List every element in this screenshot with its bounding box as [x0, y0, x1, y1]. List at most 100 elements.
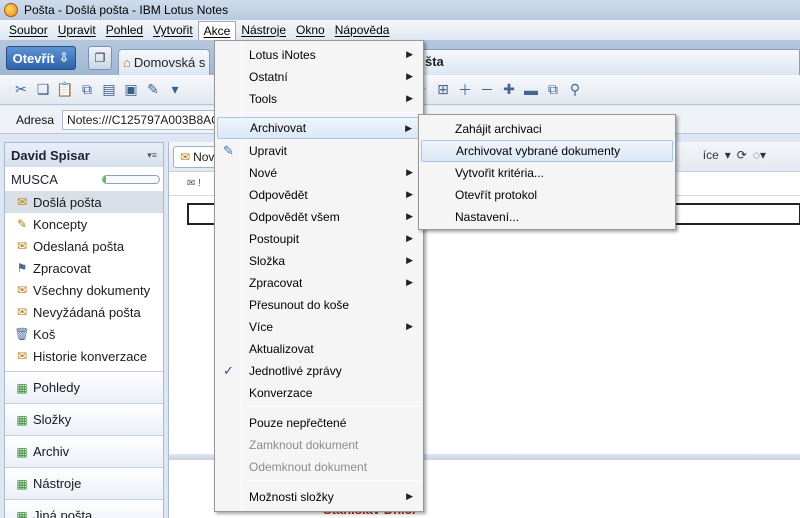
submenu-item-open-log[interactable]: Otevřít protokol	[421, 184, 673, 206]
sidebar-section-tools[interactable]: ▦ Nástroje	[5, 467, 163, 499]
archive-submenu: Zahájit archivaci Archivovat vybrané dok…	[418, 114, 676, 230]
submenu-arrow-icon: ▶	[406, 491, 413, 501]
cut-icon[interactable]: ✂	[10, 79, 32, 101]
menu-item-moznosti-slozky[interactable]: Možnosti složky ▶	[217, 486, 421, 508]
sidebar-section-label: Archiv	[33, 444, 70, 459]
menu-item-nove[interactable]: Nové ▶	[217, 162, 421, 184]
menu-item-zpracovat[interactable]: Zpracovat ▶	[217, 272, 421, 294]
lotus-notes-app-icon	[4, 3, 18, 17]
navigation-sidebar: David Spisar ▾≡ MUSCA ✉ Došlá pošta ✎ Ko…	[4, 142, 164, 518]
menu-item-label: Zamknout dokument	[249, 438, 359, 452]
save-icon[interactable]: ▣	[120, 79, 142, 101]
sidebar-item-label: Koš	[33, 326, 56, 342]
menu-akce[interactable]: Akce	[197, 20, 237, 40]
dropdown-icon[interactable]: ▾	[164, 79, 186, 101]
minus-icon[interactable]: －	[476, 79, 498, 101]
new-doc-icon[interactable]: ✎	[142, 79, 164, 101]
menu-item-label: Pouze nepřečtené	[249, 416, 347, 430]
tab-home-label: Domovská s	[133, 55, 206, 70]
expand-all-icon[interactable]: ⊞	[432, 79, 454, 101]
address-input[interactable]: Notes:///C125797A003B8AC	[62, 109, 223, 130]
chevron-down-icon[interactable]: ▾≡	[147, 150, 157, 161]
sidebar-item-drafts[interactable]: ✎ Koncepty	[5, 213, 163, 235]
submenu-arrow-icon: ▶	[406, 49, 413, 59]
sidebar-item-trash[interactable]: 🗑 Koš	[5, 323, 163, 345]
menu-item-label: Konverzace	[249, 386, 313, 400]
submenu-item-settings[interactable]: Nastavení...	[421, 206, 673, 228]
checkmark-icon: ✓	[223, 363, 234, 378]
menu-item-aktualizovat[interactable]: Aktualizovat	[217, 338, 421, 360]
menu-item-archivovat[interactable]: Archivovat ▶	[217, 117, 421, 139]
menu-item-label: Odpovědět	[249, 188, 308, 202]
menu-vytvorit[interactable]: Vytvořit	[148, 21, 198, 40]
menu-item-vice[interactable]: Více ▶	[217, 316, 421, 338]
tab-home[interactable]: ⌂ Domovská s	[118, 49, 210, 75]
tab-mail[interactable]: šta	[420, 49, 800, 75]
open-button-label: Otevřít	[12, 50, 55, 66]
menu-item-label: Tools	[249, 92, 278, 106]
inbox-icon: ✉	[16, 195, 28, 209]
submenu-item-start-archiving[interactable]: Zahájit archivaci	[421, 118, 673, 140]
sidebar-section-views[interactable]: ▦ Pohledy	[5, 371, 163, 403]
menu-item-jednotlive-zpravy[interactable]: ✓ Jednotlivé zprávy	[217, 360, 421, 382]
menu-item-konverzace[interactable]: Konverzace	[217, 382, 421, 404]
window-switch-icon[interactable]: ❐	[88, 46, 112, 70]
menu-item-pouze-neprectene[interactable]: Pouze nepřečtené	[217, 412, 421, 434]
refresh-icon[interactable]: ⟳	[737, 148, 747, 162]
menu-item-label: Postoupit	[249, 232, 300, 246]
menu-item-label: Více	[249, 320, 274, 334]
home-icon: ⌂	[123, 55, 131, 70]
menu-nastroje[interactable]: Nástroje	[236, 21, 291, 40]
paste-icon[interactable]: 📋	[54, 79, 76, 101]
menu-item-slozka[interactable]: Složka ▶	[217, 250, 421, 272]
sidebar-section-other-mail[interactable]: ▦ Jiná pošta	[5, 499, 163, 518]
menu-soubor[interactable]: Soubor	[4, 21, 53, 40]
menu-item-odpovedet[interactable]: Odpovědět ▶	[217, 184, 421, 206]
menu-pohled[interactable]: Pohled	[101, 21, 148, 40]
expand-icon[interactable]: ✚	[498, 79, 520, 101]
sidebar-item-all-documents[interactable]: ✉ Všechny dokumenty	[5, 279, 163, 301]
menu-item-tools[interactable]: Tools ▶	[217, 88, 421, 110]
chevron-down-icon[interactable]: ▾	[725, 148, 731, 162]
collapse-icon[interactable]: ▬	[520, 79, 542, 101]
copy-icon[interactable]: ❏	[32, 79, 54, 101]
menu-item-postoupit[interactable]: Postoupit ▶	[217, 228, 421, 250]
submenu-item-archive-selected[interactable]: Archivovat vybrané dokumenty	[421, 140, 673, 162]
sidebar-section-folders[interactable]: ▦ Složky	[5, 403, 163, 435]
sidebar-item-sent[interactable]: ✉ Odeslaná pošta	[5, 235, 163, 257]
menu-upravit[interactable]: Upravit	[53, 21, 101, 40]
folders-icon: ▦	[16, 412, 28, 427]
menu-napoveda[interactable]: Nápověda	[330, 21, 395, 40]
menu-item-label: Složka	[249, 254, 286, 268]
views-icon: ▦	[16, 380, 28, 395]
sidebar-item-label: Všechny dokumenty	[33, 282, 151, 298]
open-button[interactable]: Otevřít ⇩	[6, 46, 76, 70]
submenu-item-create-criteria[interactable]: Vytvořit kritéria...	[421, 162, 673, 184]
sidebar-item-followup[interactable]: ⚑ Zpracovat	[5, 257, 163, 279]
menu-item-label: Zahájit archivaci	[455, 122, 542, 136]
all-documents-icon: ✉	[16, 283, 28, 297]
search-icon[interactable]: ◌▾	[753, 148, 766, 162]
more-button[interactable]: íce	[703, 148, 719, 162]
conversation-history-icon: ✉	[16, 349, 28, 363]
menu-item-presunout-do-kose[interactable]: Přesunout do koše	[217, 294, 421, 316]
other-mail-icon: ▦	[16, 508, 28, 518]
sidebar-item-conversation-history[interactable]: ✉ Historie konverzace	[5, 345, 163, 367]
menu-item-ostatni[interactable]: Ostatní ▶	[217, 66, 421, 88]
menu-item-odpovedet-vsem[interactable]: Odpovědět všem ▶	[217, 206, 421, 228]
search-binoculars-icon[interactable]: ⚲	[564, 79, 586, 101]
menu-item-lotus-inotes[interactable]: Lotus iNotes ▶	[217, 44, 421, 66]
plus-icon[interactable]: ＋	[454, 79, 476, 101]
sidebar-section-archive[interactable]: ▦ Archiv	[5, 435, 163, 467]
properties-icon[interactable]: ▤	[98, 79, 120, 101]
menu-okno[interactable]: Okno	[291, 21, 330, 40]
new-button-label: Nov	[193, 149, 215, 164]
junk-icon: ✉	[16, 305, 28, 319]
sidebar-item-junk[interactable]: ✉ Nevyžádaná pošta	[5, 301, 163, 323]
menu-item-label: Zpracovat	[249, 276, 303, 290]
copy-link-icon[interactable]: ⧉	[76, 79, 98, 101]
duplicate-icon[interactable]: ⧉	[542, 79, 564, 101]
sidebar-item-inbox[interactable]: ✉ Došlá pošta	[5, 191, 163, 213]
menu-item-upravit[interactable]: ✎ Upravit	[217, 140, 421, 162]
user-header[interactable]: David Spisar ▾≡	[5, 143, 163, 167]
